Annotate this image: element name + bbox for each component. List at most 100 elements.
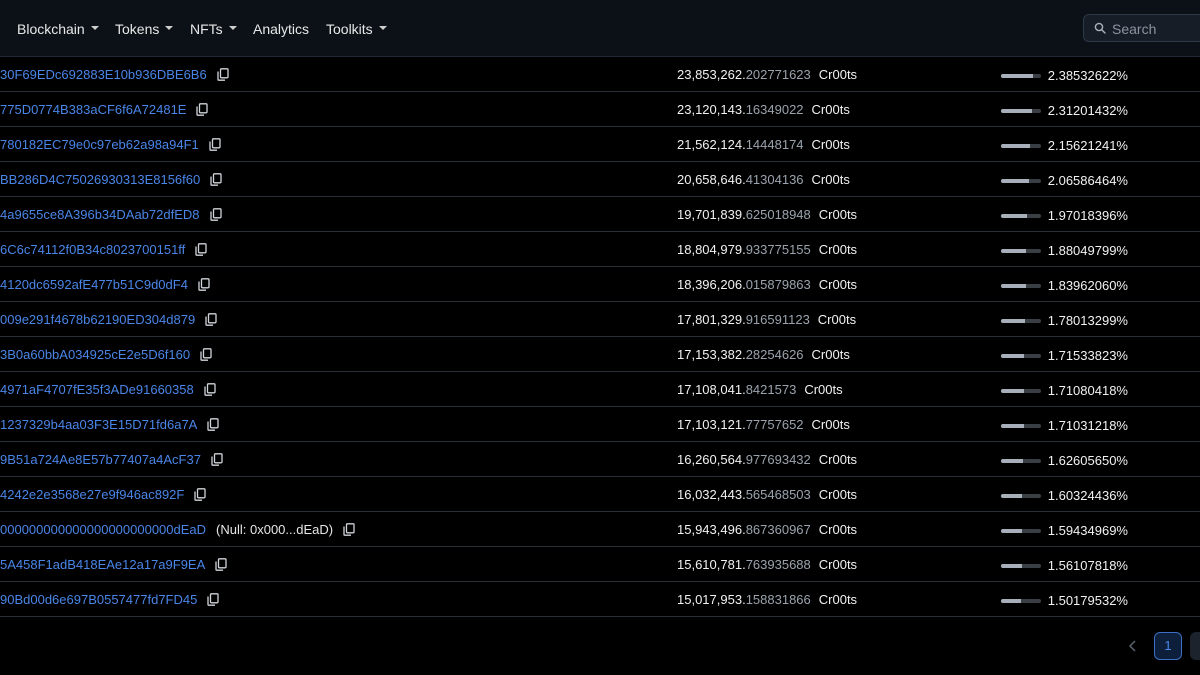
holder-percentage: 1.60324436% <box>1047 488 1128 503</box>
holder-percentage: 1.71533823% <box>1047 348 1128 363</box>
copy-icon[interactable] <box>205 313 217 326</box>
search-input[interactable] <box>1110 19 1200 39</box>
percentage-progress-fill <box>1001 424 1024 428</box>
table-row: 4a9655ce8A396b34DAab72dfED8 19,701,839.62… <box>0 197 1200 232</box>
holder-quantity: 17,103,121.77757652 Cr00ts <box>677 417 850 432</box>
holder-percentage: 2.31201432% <box>1047 103 1128 118</box>
copy-icon[interactable] <box>198 278 210 291</box>
table-row: 4120dc6592afE477b51C9d0dF4 18,396,206.015… <box>0 267 1200 302</box>
copy-icon[interactable] <box>194 488 206 501</box>
token-symbol: Cr00ts <box>811 417 850 432</box>
nav-nfts-label: NFTs <box>190 21 223 37</box>
search-box <box>1083 14 1200 42</box>
percentage-progress-bar <box>1001 214 1041 218</box>
holder-quantity: 18,804,979.933775155 Cr00ts <box>677 242 857 257</box>
copy-icon[interactable] <box>215 558 227 571</box>
holder-address-link[interactable]: 3B0a60bbA034925cE2e5D6f160 <box>0 347 212 362</box>
copy-icon[interactable] <box>195 243 207 256</box>
table-row: 6C6c74112f0B34c8023700151ff 18,804,979.93… <box>0 232 1200 267</box>
table-row: 30F69EDc692883E10b936DBE6B6 23,853,262.20… <box>0 57 1200 92</box>
quantity-integer: 17,801,329. <box>677 312 746 327</box>
copy-icon[interactable] <box>343 523 355 536</box>
holder-address-text: 5A458F1adB418EAe12a17a9F9EA <box>0 557 206 572</box>
copy-icon[interactable] <box>207 593 219 606</box>
holder-address-link[interactable]: 775D0774B383aCF6f6A72481E <box>0 102 209 117</box>
address-name-tag: (Null: 0x000...dEaD) <box>216 522 334 537</box>
percentage-progress-fill <box>1001 494 1023 498</box>
holder-address-text: 6C6c74112f0B34c8023700151ff <box>0 242 186 257</box>
percentage-progress-bar <box>1001 354 1041 358</box>
quantity-decimal: 625018948 <box>745 207 811 222</box>
copy-icon[interactable] <box>209 138 221 151</box>
copy-icon[interactable] <box>200 348 212 361</box>
holder-quantity: 15,610,781.763935688 Cr00ts <box>677 557 857 572</box>
nav-analytics-label: Analytics <box>253 21 310 37</box>
nav-analytics[interactable]: Analytics <box>253 18 309 40</box>
copy-icon[interactable] <box>211 453 223 466</box>
percentage-progress-fill <box>1001 354 1024 358</box>
holder-address-link[interactable]: 009e291f4678b62190ED304d879 <box>0 312 217 327</box>
percentage-progress-fill <box>1001 319 1025 323</box>
nav-nfts[interactable]: NFTs <box>190 18 237 40</box>
holder-quantity: 15,017,953.158831866 Cr00ts <box>677 592 857 607</box>
copy-icon[interactable] <box>210 173 222 186</box>
top-navbar: Blockchain Tokens NFTs Analytics Toolkit… <box>0 0 1200 57</box>
holder-address-link[interactable]: 9B51a724Ae8E57b77407a4AcF37 <box>0 452 223 467</box>
token-symbol: Cr00ts <box>818 557 858 572</box>
nav-tokens[interactable]: Tokens <box>115 18 174 40</box>
holder-address-text: 4a9655ce8A396b34DAab72dfED8 <box>0 207 200 222</box>
copy-icon[interactable] <box>204 383 216 396</box>
copy-icon[interactable] <box>207 418 219 431</box>
holder-address-link[interactable]: 780182EC79e0c97eb62a98a94F1 <box>0 137 221 152</box>
holder-address-link[interactable]: 4a9655ce8A396b34DAab72dfED8 <box>0 207 222 222</box>
token-symbol: Cr00ts <box>811 172 850 187</box>
holder-address-link[interactable]: 4242e2e3568e27e9f946ac892F <box>0 487 206 502</box>
holder-quantity: 17,153,382.28254626 Cr00ts <box>677 347 850 362</box>
quantity-integer: 19,701,839. <box>677 207 746 222</box>
holder-address-text: 4242e2e3568e27e9f946ac892F <box>0 487 185 502</box>
holder-percentage: 1.71080418% <box>1047 383 1128 398</box>
percentage-progress-fill <box>1001 284 1026 288</box>
percentage-progress-fill <box>1001 144 1030 148</box>
nav-blockchain[interactable]: Blockchain <box>17 18 99 40</box>
holder-address-text: 1237329b4aa03F3E15D71fd6a7A <box>0 417 198 432</box>
holder-address-link[interactable]: BB286D4C75026930313E8156f60 <box>0 172 222 187</box>
holder-address-link[interactable]: 1237329b4aa03F3E15D71fd6a7A <box>0 417 219 432</box>
table-row: 000000000000000000000000dEaD (Null: 0x000… <box>0 512 1200 547</box>
holder-address-text: 4971aF4707fE35f3ADe91660358 <box>0 382 194 397</box>
pagination-prev-button[interactable] <box>1123 636 1143 656</box>
holder-address-link[interactable]: 90Bd00d6e697B0557477fd7FD45 <box>0 592 219 607</box>
holder-address-link[interactable]: 4120dc6592afE477b51C9d0dF4 <box>0 277 210 292</box>
copy-icon[interactable] <box>196 103 209 116</box>
holder-address-link[interactable]: 6C6c74112f0B34c8023700151ff <box>0 242 207 257</box>
holder-percentage: 1.88049799% <box>1047 243 1128 258</box>
table-row: BB286D4C75026930313E8156f60 20,658,646.41… <box>0 162 1200 197</box>
quantity-integer: 15,610,781. <box>677 557 746 572</box>
quantity-decimal: 158831866 <box>745 592 811 607</box>
holder-address-link[interactable]: 5A458F1adB418EAe12a17a9F9EA <box>0 557 227 572</box>
quantity-integer: 17,108,041. <box>677 382 746 397</box>
holder-address-link[interactable]: 30F69EDc692883E10b936DBE6B6 <box>0 67 229 82</box>
token-symbol: Cr00ts <box>818 452 858 467</box>
caret-down-icon <box>165 26 174 31</box>
quantity-decimal: 41304136 <box>745 172 804 187</box>
percentage-progress-bar <box>1001 424 1041 428</box>
quantity-integer: 17,153,382. <box>677 347 746 362</box>
percentage-progress-fill <box>1001 179 1029 183</box>
holder-address-link[interactable]: 4971aF4707fE35f3ADe91660358 <box>0 382 216 397</box>
nav-toolkits[interactable]: Toolkits <box>326 18 387 40</box>
copy-icon[interactable] <box>209 208 222 221</box>
token-symbol: Cr00ts <box>818 277 858 292</box>
quantity-integer: 15,017,953. <box>677 592 746 607</box>
table-row: 775D0774B383aCF6f6A72481E 23,120,143.1634… <box>0 92 1200 127</box>
table-row: 780182EC79e0c97eb62a98a94F1 21,562,124.14… <box>0 127 1200 162</box>
token-symbol: Cr00ts <box>811 137 850 152</box>
pagination-next-button[interactable] <box>1190 632 1200 660</box>
holder-quantity: 16,032,443.565468503 Cr00ts <box>677 487 857 502</box>
percentage-progress-fill <box>1001 459 1023 463</box>
holder-percentage: 1.62605650% <box>1047 453 1128 468</box>
holder-address-link[interactable]: 000000000000000000000000dEaD (Null: 0x000… <box>0 522 355 537</box>
pagination-page-current[interactable]: 1 <box>1154 632 1182 660</box>
holder-quantity: 15,943,496.867360967 Cr00ts <box>677 522 857 537</box>
copy-icon[interactable] <box>217 68 229 81</box>
